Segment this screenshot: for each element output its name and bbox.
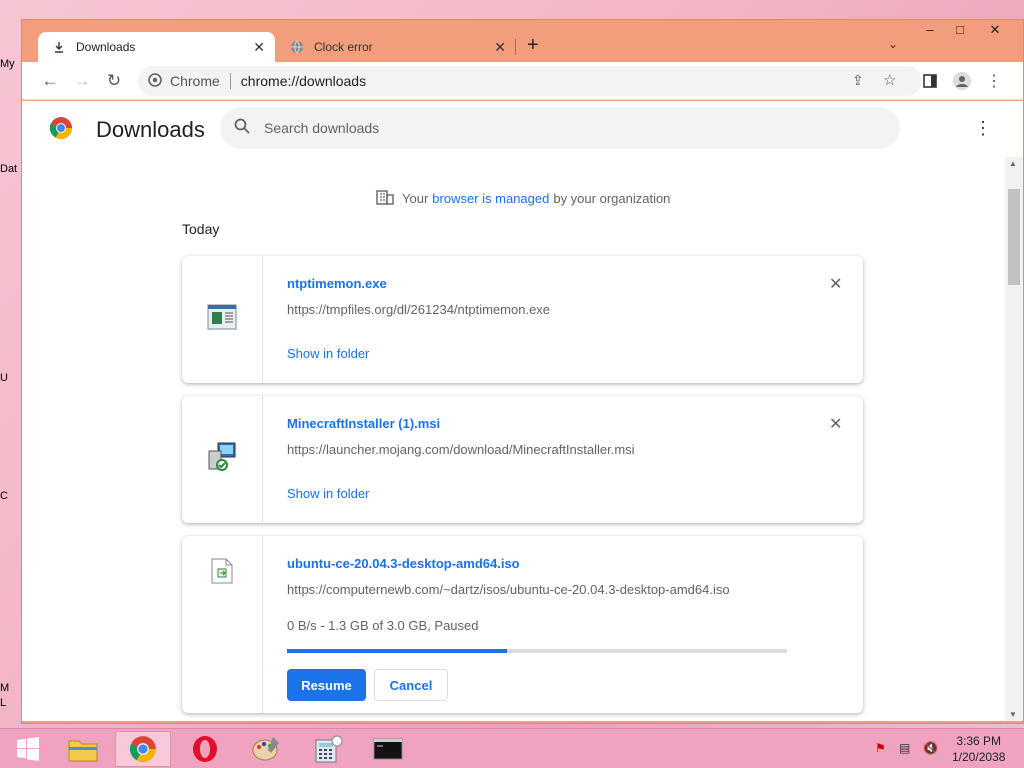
address-bar[interactable]: Chrome chrome://downloads ⇪ ☆ (138, 66, 922, 96)
maximize-button[interactable]: □ (945, 22, 975, 37)
system-clock[interactable]: 3:36 PM 1/20/2038 (952, 733, 1005, 765)
file-url: https://launcher.mojang.com/download/Min… (287, 442, 635, 457)
chrome-secure-icon (148, 72, 162, 90)
url-text[interactable]: chrome://downloads (241, 73, 366, 89)
browser-menu-icon[interactable]: ⋮ (984, 71, 1004, 91)
new-tab-button[interactable]: + (527, 34, 539, 57)
scroll-up-icon[interactable]: ▲ (1009, 159, 1017, 168)
site-label: Chrome (170, 73, 220, 89)
taskbar: ⚑ ▤ 🔇 3:36 PM 1/20/2038 (0, 728, 1024, 768)
opera-icon (193, 736, 217, 762)
minimize-button[interactable]: – (915, 22, 945, 37)
download-item: ubuntu-ce-20.04.3-desktop-amd64.iso http… (182, 536, 863, 713)
managed-prefix: Your (402, 191, 429, 206)
star-icon[interactable]: ☆ (883, 71, 896, 89)
globe-icon (290, 40, 304, 54)
desktop-icon-label[interactable]: C (0, 490, 22, 502)
file-name-link[interactable]: ubuntu-ce-20.04.3-desktop-amd64.iso (287, 556, 520, 571)
tab-divider (515, 39, 516, 55)
reload-button[interactable]: ↻ (104, 71, 124, 91)
file-explorer-icon (68, 740, 98, 762)
terminal-icon (373, 738, 403, 760)
desktop-icon-label[interactable]: My (0, 58, 22, 70)
close-window-button[interactable]: ✕ (980, 22, 1010, 38)
download-item: MinecraftInstaller (1).msi https://launc… (182, 396, 863, 523)
download-icon (52, 40, 66, 54)
taskbar-terminal[interactable] (360, 731, 416, 767)
remove-download-icon[interactable]: ✕ (829, 274, 842, 294)
network-icon[interactable]: ▤ (899, 741, 910, 755)
clock-date: 1/20/2038 (952, 750, 1006, 764)
desktop-icon-label[interactable]: L (0, 697, 22, 709)
volume-muted-icon[interactable]: 🔇 (923, 741, 938, 755)
action-center-flag-icon[interactable]: ⚑ (875, 741, 886, 755)
file-icon-column (182, 536, 263, 713)
profile-avatar-icon[interactable] (952, 71, 972, 91)
managed-suffix: by your organization (553, 191, 671, 206)
building-icon (376, 189, 394, 208)
desktop-icon-label[interactable]: M (0, 682, 22, 694)
desktop-icon-label[interactable]: Dat (0, 163, 22, 175)
scroll-down-icon[interactable]: ▼ (1009, 710, 1017, 719)
close-tab-icon[interactable]: ✕ (494, 39, 506, 56)
file-name-link[interactable]: MinecraftInstaller (1).msi (287, 416, 440, 431)
download-item: ntptimemon.exe https://tmpfiles.org/dl/2… (182, 256, 863, 383)
page-scrollbar[interactable]: ▲ ▼ (1005, 157, 1023, 721)
iso-file-icon (211, 558, 233, 589)
resume-button[interactable]: Resume (287, 669, 366, 701)
browser-window: Downloads ✕ Clock error ✕ + ⌄ – □ ✕ ← → … (21, 19, 1024, 724)
tab-strip: Downloads ✕ Clock error ✕ + ⌄ – □ ✕ (22, 20, 1023, 62)
start-icon (17, 737, 39, 761)
page-title: Downloads (96, 117, 205, 142)
scrollbar-thumb[interactable] (1008, 189, 1020, 285)
taskbar-file-explorer[interactable] (55, 731, 111, 767)
show-in-folder-link[interactable]: Show in folder (287, 486, 369, 501)
tab-search-chevron-icon[interactable]: ⌄ (888, 37, 898, 51)
taskbar-calculator[interactable] (300, 731, 356, 767)
tab-label: Clock error (314, 40, 373, 54)
search-downloads-box[interactable] (220, 107, 900, 149)
exe-icon (207, 304, 237, 335)
tab-clock-error[interactable]: Clock error ✕ (284, 32, 516, 62)
calculator-icon (315, 735, 343, 763)
tab-label: Downloads (76, 40, 136, 54)
downloads-page: Downloads ⋮ Your browser is managed by y… (22, 101, 1023, 721)
show-in-folder-link[interactable]: Show in folder (287, 346, 369, 361)
back-button[interactable]: ← (40, 71, 60, 91)
managed-notice: Your browser is managed by your organiza… (376, 189, 670, 208)
chrome-logo-icon (49, 116, 73, 145)
more-actions-icon[interactable]: ⋮ (974, 119, 992, 139)
chrome-icon (129, 736, 156, 762)
progress-fill (287, 649, 507, 653)
side-panel-icon[interactable] (920, 71, 940, 91)
forward-button[interactable]: → (72, 71, 92, 91)
close-tab-icon[interactable]: ✕ (253, 39, 265, 56)
cancel-button[interactable]: Cancel (374, 669, 448, 701)
share-icon[interactable]: ⇪ (852, 72, 864, 89)
paint-icon (252, 737, 279, 761)
page-header: Downloads ⋮ (22, 101, 1023, 157)
file-url: https://computernewb.com/~dartz/isos/ubu… (287, 582, 730, 597)
download-progress-bar (287, 649, 787, 653)
search-icon (234, 118, 250, 139)
download-status: 0 B/s - 1.3 GB of 3.0 GB, Paused (287, 618, 479, 633)
browser-toolbar: ← → ↻ Chrome chrome://downloads ⇪ ☆ ⋮ (22, 62, 1023, 100)
date-section-label: Today (182, 221, 220, 237)
start-button[interactable] (0, 731, 56, 767)
search-input[interactable] (264, 120, 864, 136)
managed-link[interactable]: browser is managed (432, 191, 549, 206)
clock-time: 3:36 PM (956, 734, 1002, 748)
desktop-icon-label[interactable]: U (0, 372, 22, 384)
file-icon-column (182, 396, 263, 523)
file-name-link[interactable]: ntptimemon.exe (287, 276, 387, 291)
file-icon-column (182, 256, 263, 383)
taskbar-chrome[interactable] (115, 731, 171, 767)
divider (229, 73, 231, 89)
remove-download-icon[interactable]: ✕ (829, 414, 842, 434)
msi-installer-icon (206, 441, 238, 478)
file-url: https://tmpfiles.org/dl/261234/ntptimemo… (287, 302, 551, 317)
taskbar-paint[interactable] (238, 731, 294, 767)
tab-downloads[interactable]: Downloads ✕ (38, 32, 275, 62)
taskbar-opera[interactable] (177, 731, 233, 767)
